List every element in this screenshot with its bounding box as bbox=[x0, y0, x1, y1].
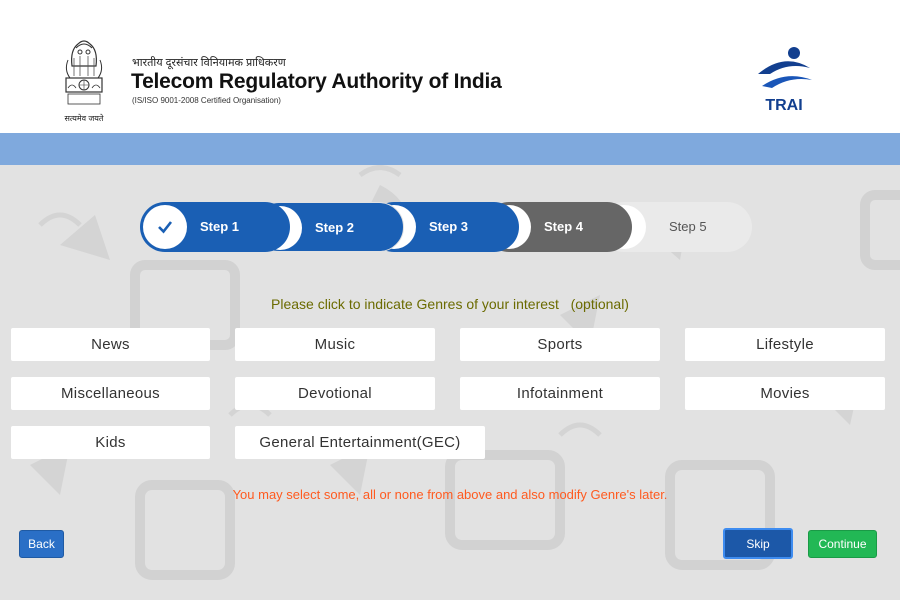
step-5-label: Step 5 bbox=[669, 219, 707, 234]
genre-note: You may select some, all or none from ab… bbox=[232, 487, 668, 502]
org-name-hindi: भारतीय दूरसंचार विनियामक प्राधिकरण bbox=[132, 57, 286, 69]
step-2-label: Step 2 bbox=[315, 220, 355, 235]
step-3-label: Step 3 bbox=[429, 219, 469, 234]
site-header: सत्यमेव जयते भारतीय दूरसंचार विनियामक प्… bbox=[0, 0, 900, 133]
genre-button-news[interactable]: News bbox=[11, 328, 210, 361]
emblem-motto: सत्यमेव जयते bbox=[64, 114, 104, 123]
emblem-icon bbox=[65, 40, 103, 105]
trai-logo: TRAI bbox=[748, 44, 820, 118]
national-emblem: सत्यमेव जयते bbox=[54, 36, 114, 126]
org-certification: (IS/ISO 9001-2008 Certified Organisation… bbox=[132, 96, 281, 105]
genre-button-lifestyle[interactable]: Lifestyle bbox=[685, 328, 885, 361]
genre-button-devotional[interactable]: Devotional bbox=[235, 377, 435, 410]
genre-button-movies[interactable]: Movies bbox=[685, 377, 885, 410]
genre-button-kids[interactable]: Kids bbox=[11, 426, 210, 459]
continue-button[interactable]: Continue bbox=[808, 530, 877, 558]
genre-button-music[interactable]: Music bbox=[235, 328, 435, 361]
step-1: Step 1 bbox=[140, 202, 290, 252]
header-band bbox=[0, 133, 900, 165]
genre-button-miscellaneous[interactable]: Miscellaneous bbox=[11, 377, 210, 410]
skip-button[interactable]: Skip bbox=[723, 528, 793, 559]
trai-logo-text: TRAI bbox=[765, 97, 803, 114]
back-button[interactable]: Back bbox=[19, 530, 64, 558]
org-name: Telecom Regulatory Authority of India bbox=[131, 70, 502, 93]
progress-stepper: 5 Step 5 4 Step 4 Step 3 Step 2 Step 1 bbox=[140, 202, 752, 252]
genre-instruction: Please click to indicate Genres of your … bbox=[271, 296, 629, 312]
step-4-label: Step 4 bbox=[544, 219, 584, 234]
trai-logo-icon bbox=[758, 47, 812, 88]
genre-button-gec[interactable]: General Entertainment(GEC) bbox=[235, 426, 485, 459]
step-1-check-icon bbox=[143, 205, 187, 249]
step-1-label: Step 1 bbox=[200, 219, 240, 234]
genre-button-sports[interactable]: Sports bbox=[460, 328, 660, 361]
genre-button-infotainment[interactable]: Infotainment bbox=[460, 377, 660, 410]
